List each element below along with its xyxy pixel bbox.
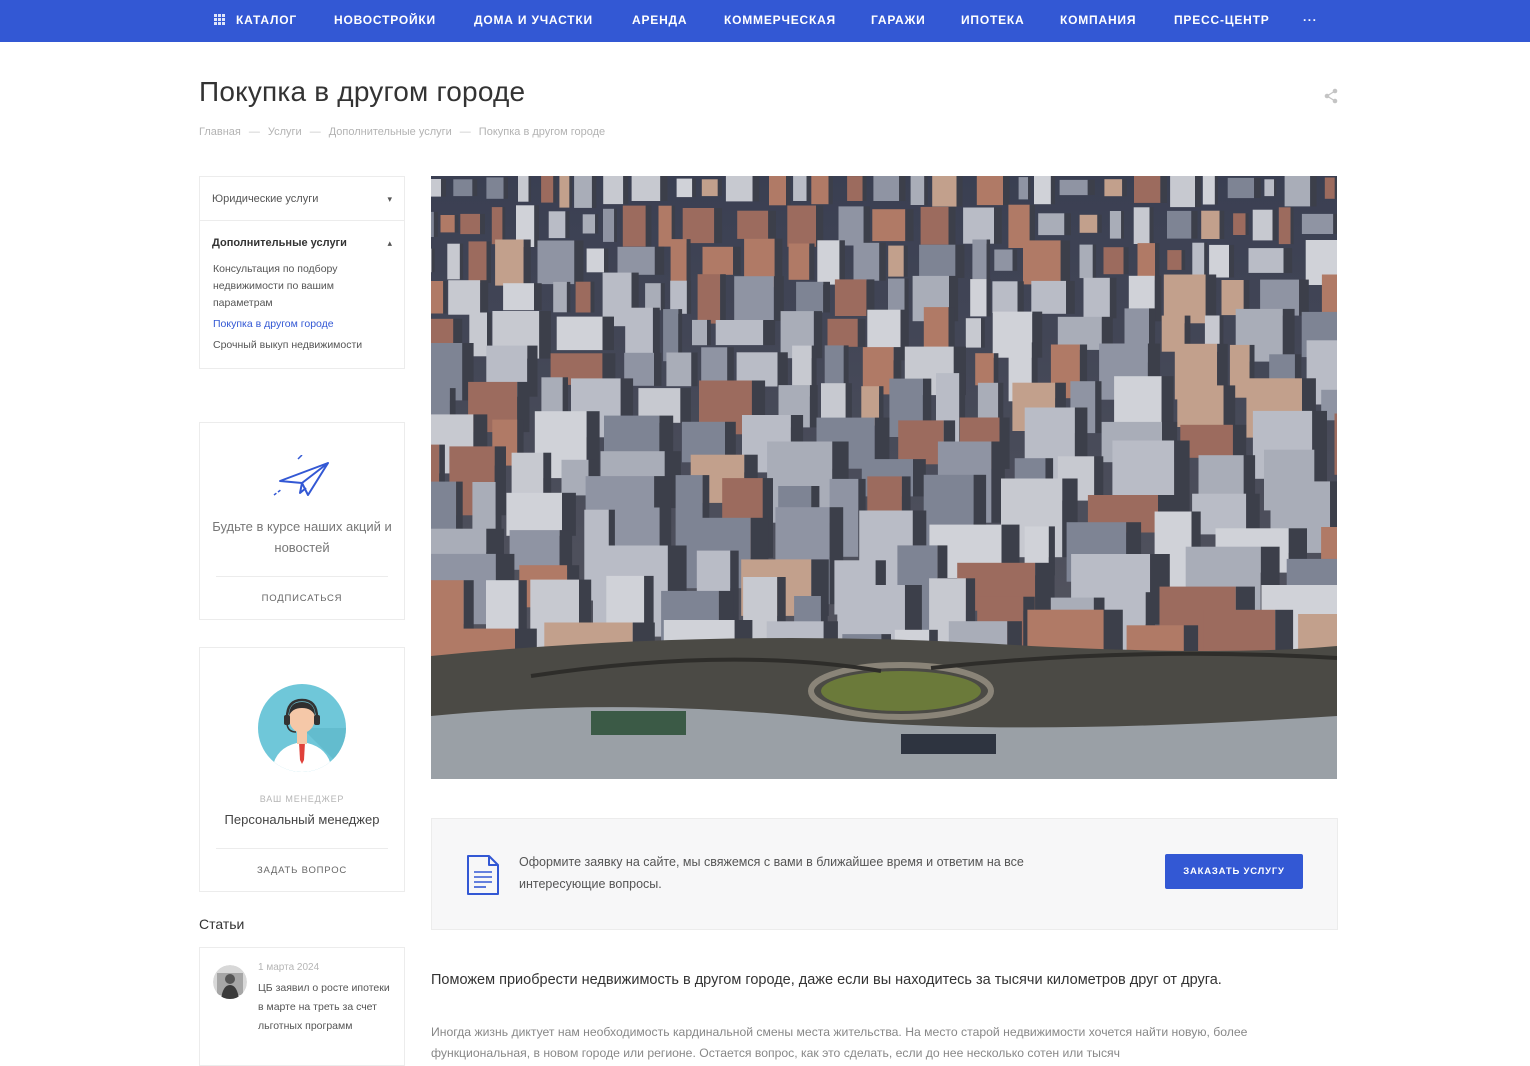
nav-item-rent[interactable]: АРЕНДА [632, 0, 687, 42]
top-navigation: КАТАЛОГ НОВОСТРОЙКИ ДОМА И УЧАСТКИ АРЕНД… [0, 0, 1530, 42]
subscribe-widget: Будьте в курсе наших акций и новостей ПО… [199, 422, 405, 620]
breadcrumb-extra-services[interactable]: Дополнительные услуги [329, 126, 452, 138]
manager-caption: ВАШ МЕНЕДЖЕР [259, 794, 345, 804]
article-card[interactable]: 1 марта 2024 ЦБ заявил о росте ипотеки в… [199, 947, 405, 1066]
article-title[interactable]: ЦБ заявил о росте ипотеки в марте на тре… [258, 979, 398, 1036]
chevron-down-icon[interactable]: ▾ [387, 194, 392, 205]
nav-item-houses[interactable]: ДОМА И УЧАСТКИ [474, 0, 593, 42]
articles-heading: Статьи [199, 916, 245, 932]
manager-name: Персональный менеджер [224, 812, 380, 827]
breadcrumb-separator: — [248, 126, 260, 138]
nav-item-mortgage[interactable]: ИПОТЕКА [961, 0, 1025, 42]
manager-avatar [258, 684, 346, 772]
nav-item-company[interactable]: КОМПАНИЯ [1060, 0, 1136, 42]
nav-more-icon[interactable]: ··· [1303, 0, 1317, 42]
paper-plane-icon [273, 455, 329, 496]
nav-item-catalog[interactable]: КАТАЛОГ [236, 0, 297, 42]
nav-item-garages[interactable]: ГАРАЖИ [871, 0, 926, 42]
subscribe-text: Будьте в курсе наших акций и новостей [212, 519, 392, 555]
breadcrumb-home[interactable]: Главная [199, 126, 241, 138]
divider [216, 848, 388, 849]
grid-icon[interactable] [214, 14, 225, 25]
submenu-item-urgent-buyout[interactable]: Срочный выкуп недвижимости [213, 337, 393, 354]
nav-item-new-buildings[interactable]: НОВОСТРОЙКИ [334, 0, 436, 42]
article-thumbnail [213, 965, 247, 999]
divider [216, 576, 388, 577]
body-paragraph: Иногда жизнь диктует нам необходимость к… [431, 1025, 1248, 1060]
cta-text: Оформите заявку на сайте, мы свяжемся с … [519, 855, 1024, 891]
menu-item-extra-services[interactable]: Дополнительные услуги [212, 237, 347, 249]
lead-paragraph: Поможем приобрести недвижимость в другом… [431, 972, 1222, 988]
services-menu: Юридические услуги ▾ Дополнительные услу… [199, 176, 405, 369]
document-icon [467, 855, 499, 895]
breadcrumb-current: Покупка в другом городе [478, 126, 606, 138]
breadcrumb: Главная — Услуги — Дополнительные услуги — Пок… [199, 126, 605, 138]
nav-item-commercial[interactable]: КОММЕРЧЕСКАЯ [724, 0, 836, 42]
submenu-item-buy-other-city[interactable]: Покупка в другом городе [213, 316, 393, 333]
subscribe-link[interactable]: ПОДПИСАТЬСЯ [200, 593, 404, 604]
order-cta-panel: Оформите заявку на сайте, мы свяжемся с … [431, 818, 1338, 930]
manager-widget: ВАШ МЕНЕДЖЕР Персональный менеджер ЗАДАТ… [199, 647, 405, 892]
ask-question-link[interactable]: ЗАДАТЬ ВОПРОС [200, 865, 404, 876]
city-aerial-photo [431, 176, 1337, 779]
share-icon[interactable] [1322, 87, 1340, 105]
breadcrumb-separator: — [309, 126, 321, 138]
nav-item-press-center[interactable]: ПРЕСС-ЦЕНТР [1174, 0, 1270, 42]
order-service-button[interactable]: ЗАКАЗАТЬ УСЛУГУ [1165, 854, 1303, 889]
breadcrumb-separator: — [459, 126, 471, 138]
menu-divider [200, 220, 404, 221]
breadcrumb-services[interactable]: Услуги [268, 126, 302, 138]
article-date: 1 марта 2024 [258, 962, 320, 973]
menu-item-legal-services[interactable]: Юридические услуги [212, 193, 318, 205]
chevron-up-icon[interactable]: ▴ [387, 238, 392, 249]
submenu-item-consultation[interactable]: Консультация по подбору недвижимости по … [213, 261, 393, 312]
page-title: Покупка в другом городе [199, 76, 526, 107]
